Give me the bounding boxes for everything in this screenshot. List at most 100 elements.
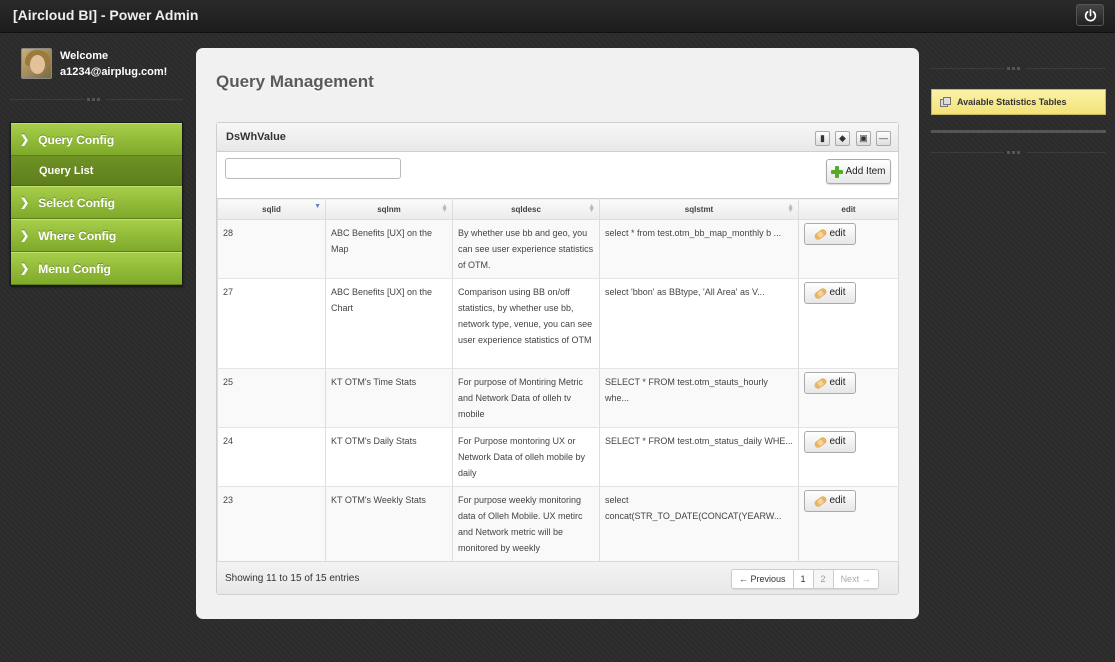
sort-desc-icon: ▼ <box>314 203 321 210</box>
tables-icon <box>940 96 952 108</box>
column-header-sqldesc[interactable]: sqldesc ▲ ▼ <box>452 198 600 220</box>
cell-sqlid: 24 <box>217 427 326 487</box>
cell-sqlstmt: SELECT * FROM test.otm_stauts_hourly whe… <box>599 368 799 428</box>
sidebar-subitem-query-list[interactable]: Query List <box>11 156 182 186</box>
cell-sqldesc: For Purpose montoring UX or Network Data… <box>452 427 600 487</box>
chevron-right-icon: ❯ <box>20 263 30 275</box>
bandaid-icon <box>813 376 829 390</box>
user-email: a1234@airplug.com! <box>60 66 168 78</box>
table-row: 24 KT OTM's Daily Stats For Purpose mont… <box>217 427 899 487</box>
sidebar-item-label: Query Config <box>38 132 115 147</box>
cell-sqlid: 27 <box>217 278 326 369</box>
entries-info: Showing 11 to 15 of 15 entries <box>225 573 360 584</box>
column-header-sqlid[interactable]: sqlid ▼ <box>217 198 326 220</box>
main-panel: Query Management DsWhValue ▮ ◆ ▣ — Add I… <box>196 48 919 619</box>
cell-edit: edit <box>798 219 899 279</box>
cell-sqlid: 28 <box>217 219 326 279</box>
chevron-right-icon: ❯ <box>20 197 30 209</box>
stats-tables-label: Avaiable Statistics Tables <box>957 97 1067 107</box>
edit-button[interactable]: edit <box>804 223 856 245</box>
sidebar-item-select-config[interactable]: ❯ Select Config <box>11 186 182 219</box>
cell-edit: edit <box>798 278 899 369</box>
bandaid-icon <box>813 286 829 300</box>
sidebar-item-where-config[interactable]: ❯ Where Config <box>11 219 182 252</box>
sidebar-item-menu-config[interactable]: ❯ Menu Config <box>11 252 182 285</box>
column-header-sqlnm[interactable]: sqlnm ▲ ▼ <box>325 198 453 220</box>
table-row: 25 KT OTM's Time Stats For purpose of Mo… <box>217 368 899 428</box>
cell-sqlnm: KT OTM's Weekly Stats <box>325 486 453 562</box>
bandaid-icon <box>813 227 829 241</box>
search-input[interactable] <box>225 158 401 179</box>
next-page-button[interactable]: Next → <box>833 570 878 588</box>
add-item-label: Add Item <box>845 166 886 177</box>
grip-handle <box>1007 151 1020 154</box>
edit-button[interactable]: edit <box>804 490 856 512</box>
pagination: ← Previous 1 2 Next → <box>731 569 879 589</box>
cell-sqlid: 25 <box>217 368 326 428</box>
table-row: 23 KT OTM's Weekly Stats For purpose wee… <box>217 486 899 562</box>
cell-sqlnm: ABC Benefits [UX] on the Chart <box>325 278 453 369</box>
cell-sqlnm: KT OTM's Daily Stats <box>325 427 453 487</box>
trash-icon[interactable]: ▮ <box>815 131 830 146</box>
sidebar-item-label: Where Config <box>38 228 117 243</box>
sidebar-item-query-config[interactable]: ❯ Query Config <box>11 123 182 156</box>
eraser-icon[interactable]: ◆ <box>835 131 850 146</box>
minimize-icon[interactable]: — <box>876 131 891 146</box>
page-button-2[interactable]: 2 <box>813 570 834 588</box>
divider <box>931 152 1004 153</box>
sidebar-item-label: Menu Config <box>38 261 111 276</box>
cell-sqldesc: Comparison using BB on/off statistics, b… <box>452 278 600 369</box>
grip-handle <box>1007 67 1020 70</box>
edit-button[interactable]: edit <box>804 372 856 394</box>
power-button[interactable] <box>1076 4 1104 26</box>
table-row: 27 ABC Benefits [UX] on the Chart Compar… <box>217 278 899 369</box>
plus-icon <box>831 165 844 178</box>
cell-sqlstmt: SELECT * FROM test.otm_status_daily WHE.… <box>599 427 799 487</box>
cell-edit: edit <box>798 427 899 487</box>
sidebar-subitem-label: Query List <box>39 164 94 177</box>
column-header-edit[interactable]: edit <box>798 198 899 220</box>
edit-button[interactable]: edit <box>804 282 856 304</box>
divider <box>931 68 1004 69</box>
edit-button[interactable]: edit <box>804 431 856 453</box>
divider-bar <box>931 130 1106 133</box>
app-title: [Aircloud BI] - Power Admin <box>13 7 199 23</box>
side-nav: ❯ Query Config Query List ❯ Select Confi… <box>10 122 183 286</box>
box-header: DsWhValue ▮ ◆ ▣ — <box>217 123 898 152</box>
cell-edit: edit <box>798 486 899 562</box>
grip-handle <box>87 98 100 101</box>
table-row: 28 ABC Benefits [UX] on the Map By wheth… <box>217 219 899 279</box>
divider <box>1027 152 1106 153</box>
bandaid-icon <box>813 435 829 449</box>
divider <box>1027 68 1106 69</box>
box-footer: Showing 11 to 15 of 15 entries ← Previou… <box>217 561 898 594</box>
query-table: sqlid ▼ sqlnm ▲ ▼ sqldesc ▲ ▼ sqlstmt ▲ ▼ edit … <box>217 198 899 562</box>
sort-icon: ▲ ▼ <box>588 203 595 214</box>
chevron-right-icon: ❯ <box>20 134 30 146</box>
cell-sqldesc: By whether use bb and geo, you can see u… <box>452 219 600 279</box>
power-icon <box>1084 8 1096 21</box>
column-header-sqlstmt[interactable]: sqlstmt ▲ ▼ <box>599 198 799 220</box>
cell-sqlstmt: select * from test.otm_bb_map_monthly b … <box>599 219 799 279</box>
page-button-1[interactable]: 1 <box>793 570 814 588</box>
cell-sqlstmt: select concat(STR_TO_DATE(CONCAT(YEARW..… <box>599 486 799 562</box>
top-bar: [Aircloud BI] - Power Admin <box>0 0 1115 33</box>
previous-page-button[interactable]: ← Previous <box>732 570 794 588</box>
window-icon[interactable]: ▣ <box>856 131 871 146</box>
cell-sqlnm: ABC Benefits [UX] on the Map <box>325 219 453 279</box>
sort-icon: ▲ ▼ <box>441 203 448 214</box>
avatar <box>21 48 52 79</box>
sort-icon: ▲ ▼ <box>787 203 794 214</box>
cell-edit: edit <box>798 368 899 428</box>
cell-sqldesc: For purpose of Montiring Metric and Netw… <box>452 368 600 428</box>
chevron-right-icon: ❯ <box>20 230 30 242</box>
cell-sqlid: 23 <box>217 486 326 562</box>
sidebar-item-label: Select Config <box>38 195 115 210</box>
cell-sqlstmt: select 'bbon' as BBtype, 'All Area' as V… <box>599 278 799 369</box>
query-box: DsWhValue ▮ ◆ ▣ — Add Item sqlid ▼ sqlnm ▲… <box>216 122 899 595</box>
available-statistics-tables-button[interactable]: Avaiable Statistics Tables <box>931 89 1106 115</box>
page-title: Query Management <box>216 72 374 91</box>
cell-sqlnm: KT OTM's Time Stats <box>325 368 453 428</box>
divider <box>106 99 183 100</box>
add-item-button[interactable]: Add Item <box>826 159 891 184</box>
